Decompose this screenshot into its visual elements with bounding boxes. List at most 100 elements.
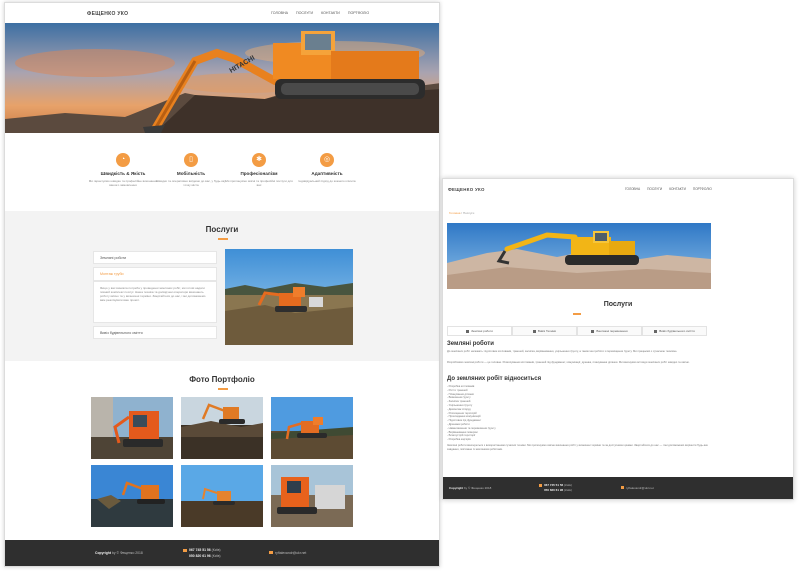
title-underline bbox=[218, 238, 228, 240]
phone-1-number: 067 745 51 56 bbox=[189, 548, 211, 552]
phone-1-note: (Київ) bbox=[211, 548, 221, 552]
portfolio-photo bbox=[181, 465, 263, 527]
copyright-by: by bbox=[111, 551, 116, 555]
yellow-excavator-quarry-photo bbox=[447, 223, 711, 289]
hero-banner-image: HITACHI bbox=[5, 23, 439, 133]
phone-2-note: (Київ) bbox=[211, 554, 221, 558]
list-item-text: Підготовка під фундамент bbox=[448, 419, 482, 423]
earthworks-description: Розробляємо земляні роботи — це головне.… bbox=[447, 361, 711, 365]
phone-2[interactable]: 050 820 61 96 (Київ) bbox=[544, 488, 572, 492]
services-page-title: Послуги bbox=[603, 301, 633, 308]
phone-2-number: 050 820 61 96 bbox=[544, 488, 564, 492]
accordion-item-debris-removal[interactable]: Вивіз будівельного сміття bbox=[93, 326, 217, 339]
phone-icon bbox=[539, 484, 542, 487]
nav-item-home[interactable]: Головна bbox=[271, 11, 288, 15]
phone-2[interactable]: 050 820 61 96 (Київ) bbox=[189, 554, 221, 558]
nav-item-contacts[interactable]: Контакти bbox=[669, 187, 686, 191]
portfolio-photo bbox=[91, 465, 173, 527]
accordion-item-pipe-installation[interactable]: Монтаж труби bbox=[93, 267, 217, 281]
list-item-text: Прокладання комунікацій bbox=[448, 415, 481, 419]
earthworks-conclusion: Земляні роботи виконуються з використанн… bbox=[447, 444, 711, 451]
nav-item-services[interactable]: Послуги bbox=[647, 187, 662, 191]
nav-item-portfolio[interactable]: Портфоліо bbox=[348, 11, 369, 15]
list-item-text: Благоустрій території bbox=[448, 434, 476, 438]
mail-icon bbox=[269, 551, 273, 554]
cargo-icon bbox=[591, 329, 595, 333]
title-underline bbox=[573, 313, 581, 315]
truck-icon bbox=[532, 329, 536, 333]
feature-title: Адаптивність bbox=[311, 171, 343, 176]
list-item-text: Вивезення ґрунту bbox=[448, 396, 471, 400]
tab-equipment-removal[interactable]: Вивіз Техніки bbox=[512, 326, 577, 335]
list-item-text: Розробка кар'єрів bbox=[448, 438, 471, 442]
shovel-icon bbox=[466, 329, 470, 333]
phone-1[interactable]: 067 745 51 56 (Київ) bbox=[544, 483, 572, 487]
phone-1-number: 067 745 51 56 bbox=[544, 483, 564, 487]
content-paragraph: Розробляємо земляні роботи — це головне.… bbox=[447, 361, 690, 364]
top-navigation: ФЕЩЕНКО УКО Головна Послуги Контакти Пор… bbox=[5, 3, 439, 25]
portfolio-photo bbox=[271, 465, 353, 527]
excavator-sunset-photo: HITACHI bbox=[5, 23, 439, 133]
home-page-window: ФЕЩЕНКО УКО Головна Послуги Контакти Пор… bbox=[4, 2, 440, 567]
top-navigation: ФЕЩЕНКО УКО Головна Послуги Контакти Пор… bbox=[443, 179, 793, 199]
portfolio-thumb-4[interactable] bbox=[91, 465, 173, 527]
content-paragraph: До земляних робіт належать: підготовка к… bbox=[447, 350, 678, 353]
main-menu: Головна Послуги Контакти Портфоліо bbox=[271, 11, 369, 15]
breadcrumb: Головна / Послуги bbox=[449, 211, 474, 215]
copyright-label: Copyright bbox=[449, 486, 464, 490]
copyright-by: by bbox=[464, 486, 468, 490]
tab-label: Вивіз Техніки bbox=[537, 329, 557, 333]
earthworks-heading: Земляні роботи bbox=[447, 341, 711, 347]
mobile-phone-icon: ▯ bbox=[184, 153, 198, 167]
features-section: ◔ Швидкість & Якість Ми гарантуємо швидк… bbox=[5, 143, 439, 211]
breadcrumb-home[interactable]: Головна bbox=[449, 211, 460, 215]
phone-2-number: 050 820 61 96 bbox=[189, 554, 211, 558]
tab-freight-transport[interactable]: Вантажні перевезення bbox=[577, 326, 642, 335]
speedometer-icon: ◔ bbox=[116, 153, 130, 167]
services-section: Послуги Земляні роботи Монтаж труби Якщо… bbox=[5, 211, 439, 361]
earthworks-list: - Розробка котлованів - Риття траншей - … bbox=[447, 385, 711, 442]
services-accordion: Земляні роботи Монтаж труби Якщо у вас в… bbox=[93, 251, 217, 342]
copyright-owner: © Фещенко 2018 bbox=[116, 551, 143, 555]
accordion-item-earthworks[interactable]: Земляні роботи bbox=[93, 251, 217, 264]
tab-label: Вантажні перевезення bbox=[596, 329, 628, 333]
phone-icon bbox=[183, 549, 187, 552]
portfolio-thumb-3[interactable] bbox=[271, 397, 353, 459]
gear-icon: ✱ bbox=[252, 153, 266, 167]
services-title: Послуги bbox=[205, 225, 239, 234]
earthworks-intro: До земляних робіт належать: підготовка к… bbox=[447, 350, 711, 354]
nav-item-portfolio[interactable]: Портфоліо bbox=[693, 187, 712, 191]
services-page-window: ФЕЩЕНКО УКО Головна Послуги Контакти Пор… bbox=[442, 178, 794, 500]
trash-icon bbox=[654, 329, 658, 333]
portfolio-thumb-5[interactable] bbox=[181, 465, 263, 527]
tab-debris-removal[interactable]: Вивіз будівельного сміття bbox=[642, 326, 707, 335]
earthworks-list-heading: До земляних робіт відноситься bbox=[447, 376, 711, 382]
nav-item-home[interactable]: Головна bbox=[625, 187, 640, 191]
list-item-text: Засипка траншей bbox=[448, 400, 471, 404]
mail-icon bbox=[621, 486, 624, 489]
content-heading: До земляних робіт відноситься bbox=[447, 376, 542, 382]
services-tabs: Земляні роботи Вивіз Техніки Вантажні пе… bbox=[447, 326, 707, 336]
footer-email[interactable]: ryftalexandr@ukr.net bbox=[275, 551, 306, 555]
portfolio-thumb-2[interactable] bbox=[181, 397, 263, 459]
orange-excavator-photo bbox=[225, 249, 353, 345]
tab-label: Вивіз будівельного сміття bbox=[659, 329, 695, 333]
content-paragraph: Земляні роботи виконуються з використанн… bbox=[447, 444, 708, 451]
portfolio-photo bbox=[271, 397, 353, 459]
footer-email[interactable]: ryftalexandr@ukr.net bbox=[626, 486, 654, 490]
tab-earthworks[interactable]: Земляні роботи bbox=[447, 326, 512, 335]
accordion-body: Якщо у вас виникла потреба у проведенні … bbox=[93, 281, 217, 323]
portfolio-thumb-1[interactable] bbox=[91, 397, 173, 459]
title-underline bbox=[218, 388, 228, 390]
list-item-text: Ущільнення ґрунту bbox=[448, 403, 473, 407]
site-logo[interactable]: ФЕЩЕНКО УКО bbox=[87, 11, 128, 17]
portfolio-thumb-6[interactable] bbox=[271, 465, 353, 527]
nav-item-services[interactable]: Послуги bbox=[296, 11, 313, 15]
list-item-text: Розробка котлованів bbox=[448, 385, 475, 388]
tab-label: Земляні роботи bbox=[471, 329, 493, 333]
list-item: - Розробка кар'єрів bbox=[447, 438, 471, 442]
list-item-text: Демонтаж споруд bbox=[448, 407, 471, 411]
nav-item-contacts[interactable]: Контакти bbox=[321, 11, 340, 15]
phone-1[interactable]: 067 745 51 56 (Київ) bbox=[189, 548, 221, 552]
site-logo[interactable]: ФЕЩЕНКО УКО bbox=[448, 187, 485, 192]
